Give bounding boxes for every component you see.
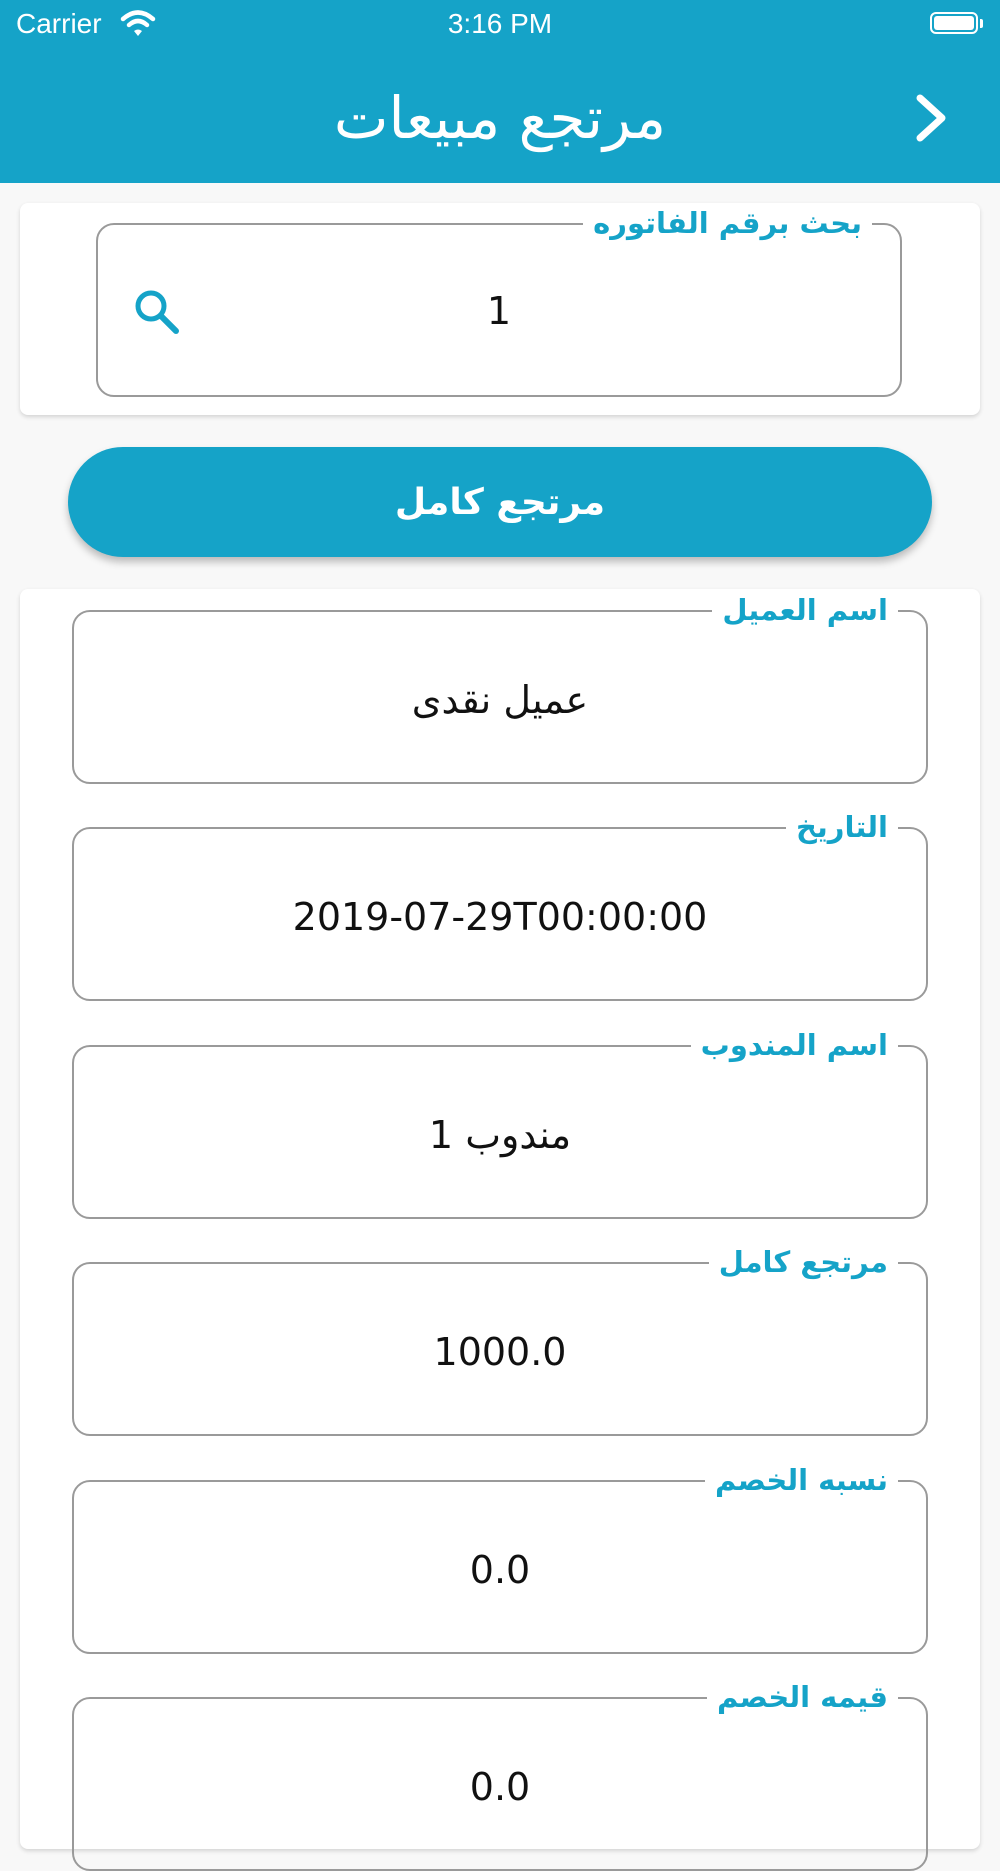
invoice-details-card: اسم العميل عميل نقدى التاريخ 2019-07-29T… bbox=[20, 589, 980, 1871]
customer-name-value: عميل نقدى bbox=[411, 678, 589, 722]
discount-amount-field: قيمه الخصم 0.0 bbox=[72, 1677, 928, 1871]
search-card: بحث برقم الفاتوره bbox=[20, 203, 980, 415]
date-field: التاريخ 2019-07-29T00:00:00 bbox=[72, 807, 928, 1001]
chevron-right-icon[interactable] bbox=[906, 90, 956, 146]
discount-percent-field: نسبه الخصم 0.0 bbox=[72, 1460, 928, 1654]
invoice-search-label: بحث برقم الفاتوره bbox=[583, 203, 872, 243]
full-return-amount-field: مرتجع كامل 1000.0 bbox=[72, 1242, 928, 1436]
discount-amount-value: 0.0 bbox=[469, 1765, 531, 1809]
invoice-search-field: بحث برقم الفاتوره bbox=[96, 203, 902, 397]
discount-percent-value: 0.0 bbox=[469, 1548, 531, 1592]
app-header: Carrier 3:16 PM مرتجع مبيعات bbox=[0, 0, 1000, 183]
date-value: 2019-07-29T00:00:00 bbox=[292, 895, 708, 939]
representative-name-value: مندوب 1 bbox=[428, 1113, 572, 1157]
page-title: مرتجع مبيعات bbox=[333, 84, 667, 152]
status-time: 3:16 PM bbox=[447, 8, 553, 39]
representative-name-field: اسم المندوب مندوب 1 bbox=[72, 1025, 928, 1219]
search-icon[interactable] bbox=[128, 283, 186, 341]
status-bar: Carrier 3:16 PM bbox=[0, 0, 1000, 50]
full-return-amount-value: 1000.0 bbox=[433, 1330, 567, 1374]
full-return-button[interactable]: مرتجع كامل bbox=[68, 447, 932, 557]
battery-icon bbox=[930, 12, 984, 36]
customer-name-field: اسم العميل عميل نقدى bbox=[72, 590, 928, 784]
invoice-search-input[interactable] bbox=[218, 275, 780, 347]
